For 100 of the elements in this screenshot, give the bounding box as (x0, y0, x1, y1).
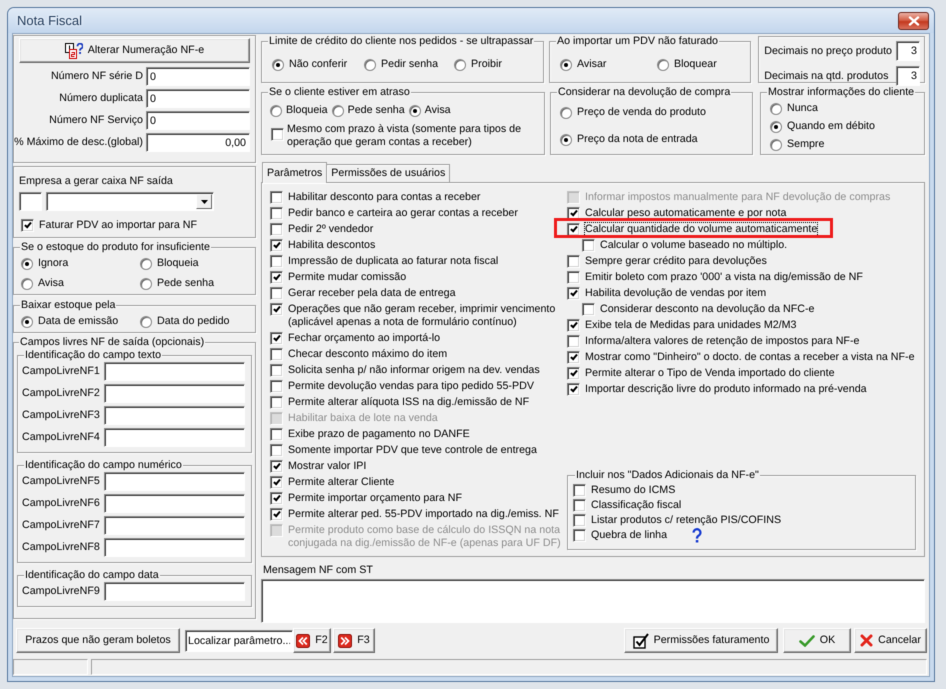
radio-button[interactable] (272, 58, 284, 70)
close-button[interactable] (898, 12, 929, 30)
number-field[interactable]: 3 (896, 41, 920, 61)
text-field[interactable] (104, 494, 245, 513)
previous-button[interactable]: F2 (293, 628, 331, 653)
checkbox[interactable] (270, 348, 283, 360)
checkbox[interactable] (567, 382, 580, 396)
checkbox[interactable] (567, 318, 580, 332)
checkbox[interactable] (567, 334, 580, 348)
checkbox-label: Gerar receber pela data de entrega (288, 286, 456, 300)
checkbox-label: Habilitar desconto para contas a receber (288, 190, 480, 204)
checkbox[interactable] (21, 219, 34, 232)
tab[interactable]: Parâmetros (262, 162, 328, 183)
message-field[interactable] (261, 579, 925, 623)
checkbox[interactable] (573, 529, 586, 542)
search-field[interactable]: Localizar parâmetro... (185, 630, 293, 652)
radio-button[interactable] (560, 134, 572, 146)
radio-button[interactable] (408, 104, 421, 116)
radio-button[interactable] (656, 58, 669, 70)
radio-button[interactable] (332, 104, 344, 116)
checkbox[interactable] (270, 476, 283, 488)
checkbox[interactable] (270, 364, 283, 376)
text-field[interactable] (104, 516, 245, 535)
checkbox[interactable] (271, 128, 284, 141)
text-field[interactable] (104, 362, 245, 381)
number-field[interactable]: 3 (896, 66, 920, 86)
text-field[interactable] (19, 192, 42, 211)
help-icon[interactable] (692, 528, 702, 543)
checkbox[interactable] (270, 460, 283, 472)
tab[interactable]: Permissões de usuários (326, 164, 450, 182)
text-field[interactable] (104, 428, 245, 447)
checkbox[interactable] (567, 270, 580, 284)
field-label: % Máximo de desc.(global) (14, 136, 143, 149)
checkbox[interactable] (270, 254, 283, 268)
ok-button[interactable]: OK (783, 628, 851, 653)
checkbox[interactable] (567, 254, 580, 268)
radio-button[interactable] (140, 258, 152, 270)
radio-button[interactable] (560, 106, 572, 118)
deadlines-button[interactable]: Prazos que não geram boletos (16, 628, 180, 653)
text-field[interactable]: 0,00 (146, 133, 250, 152)
checkbox[interactable] (270, 270, 283, 284)
checkbox[interactable] (270, 238, 283, 252)
checkbox[interactable] (270, 206, 283, 220)
checkbox[interactable] (567, 350, 580, 364)
text-field[interactable]: 0 (146, 67, 250, 86)
checkbox-label: Exibe tela de Medidas para unidades M2/M3 (585, 318, 797, 332)
cancel-button[interactable]: Cancelar (854, 628, 927, 653)
dropdown-button[interactable] (196, 194, 212, 209)
checkbox[interactable] (573, 499, 586, 512)
radio-button[interactable] (140, 316, 152, 328)
checkbox[interactable] (270, 396, 283, 408)
radio-label: Avisa (38, 277, 64, 290)
radio-button[interactable] (21, 316, 33, 328)
field-label: Decimais no preço produto (764, 44, 892, 58)
checkbox[interactable] (270, 508, 283, 520)
checkbox[interactable] (270, 332, 283, 344)
billing-permissions-button[interactable]: Permissões faturamento (624, 628, 778, 653)
text-field[interactable] (104, 538, 245, 557)
double-chevron-left-icon (296, 634, 310, 648)
radio-button[interactable] (21, 278, 33, 290)
radio-button[interactable] (770, 120, 782, 132)
checkbox[interactable] (582, 238, 595, 252)
checkbox[interactable] (573, 484, 586, 497)
radio-button[interactable] (454, 58, 466, 70)
text-field[interactable]: 0 (146, 111, 250, 130)
text-field[interactable] (104, 472, 245, 491)
next-button[interactable]: F3 (333, 628, 375, 653)
radio-button[interactable] (21, 258, 33, 270)
text-field[interactable]: 0 (146, 89, 250, 108)
checkbox[interactable] (270, 222, 283, 236)
radio-button[interactable] (560, 58, 572, 70)
text-field[interactable] (104, 582, 245, 601)
checkbox[interactable] (567, 366, 580, 380)
radio-button[interactable] (270, 104, 282, 116)
checkbox[interactable] (567, 222, 580, 236)
radio-button[interactable] (770, 138, 782, 150)
checkbox[interactable] (270, 380, 283, 392)
change-numbering-button[interactable]: Alterar Numeração NF-e (19, 38, 250, 63)
checkbox[interactable] (270, 444, 283, 456)
radio-button[interactable] (140, 278, 152, 290)
checkbox-label: Impressão de duplicata ao faturar nota fiscal (288, 254, 498, 268)
text-field[interactable] (104, 384, 245, 403)
checkbox[interactable] (270, 286, 283, 300)
checkbox[interactable] (567, 286, 580, 300)
checkbox[interactable] (270, 492, 283, 504)
field-label: Decimais na qtd. produtos (764, 70, 890, 82)
checkbox-label: Emitir boleto com prazo '000' a vista na dig/emissão de NF (585, 270, 863, 284)
checkbox[interactable] (270, 428, 283, 440)
text-field[interactable] (104, 406, 245, 425)
field-label: CampoLivreNF5 (22, 475, 100, 488)
checkbox[interactable] (582, 302, 595, 316)
checkbox[interactable] (270, 190, 283, 204)
dropdown-field[interactable] (46, 192, 214, 211)
checkbox[interactable] (573, 514, 586, 527)
checkbox-label: Considerar desconto na devolução da NFC-e (600, 302, 814, 316)
checkbox[interactable] (270, 302, 283, 316)
radio-button[interactable] (364, 58, 376, 70)
checkbox[interactable] (567, 206, 580, 220)
radio-button[interactable] (770, 102, 782, 114)
checkbox-label: Permite alterar alíquota ISS na dig./emissão de NF (288, 396, 530, 408)
